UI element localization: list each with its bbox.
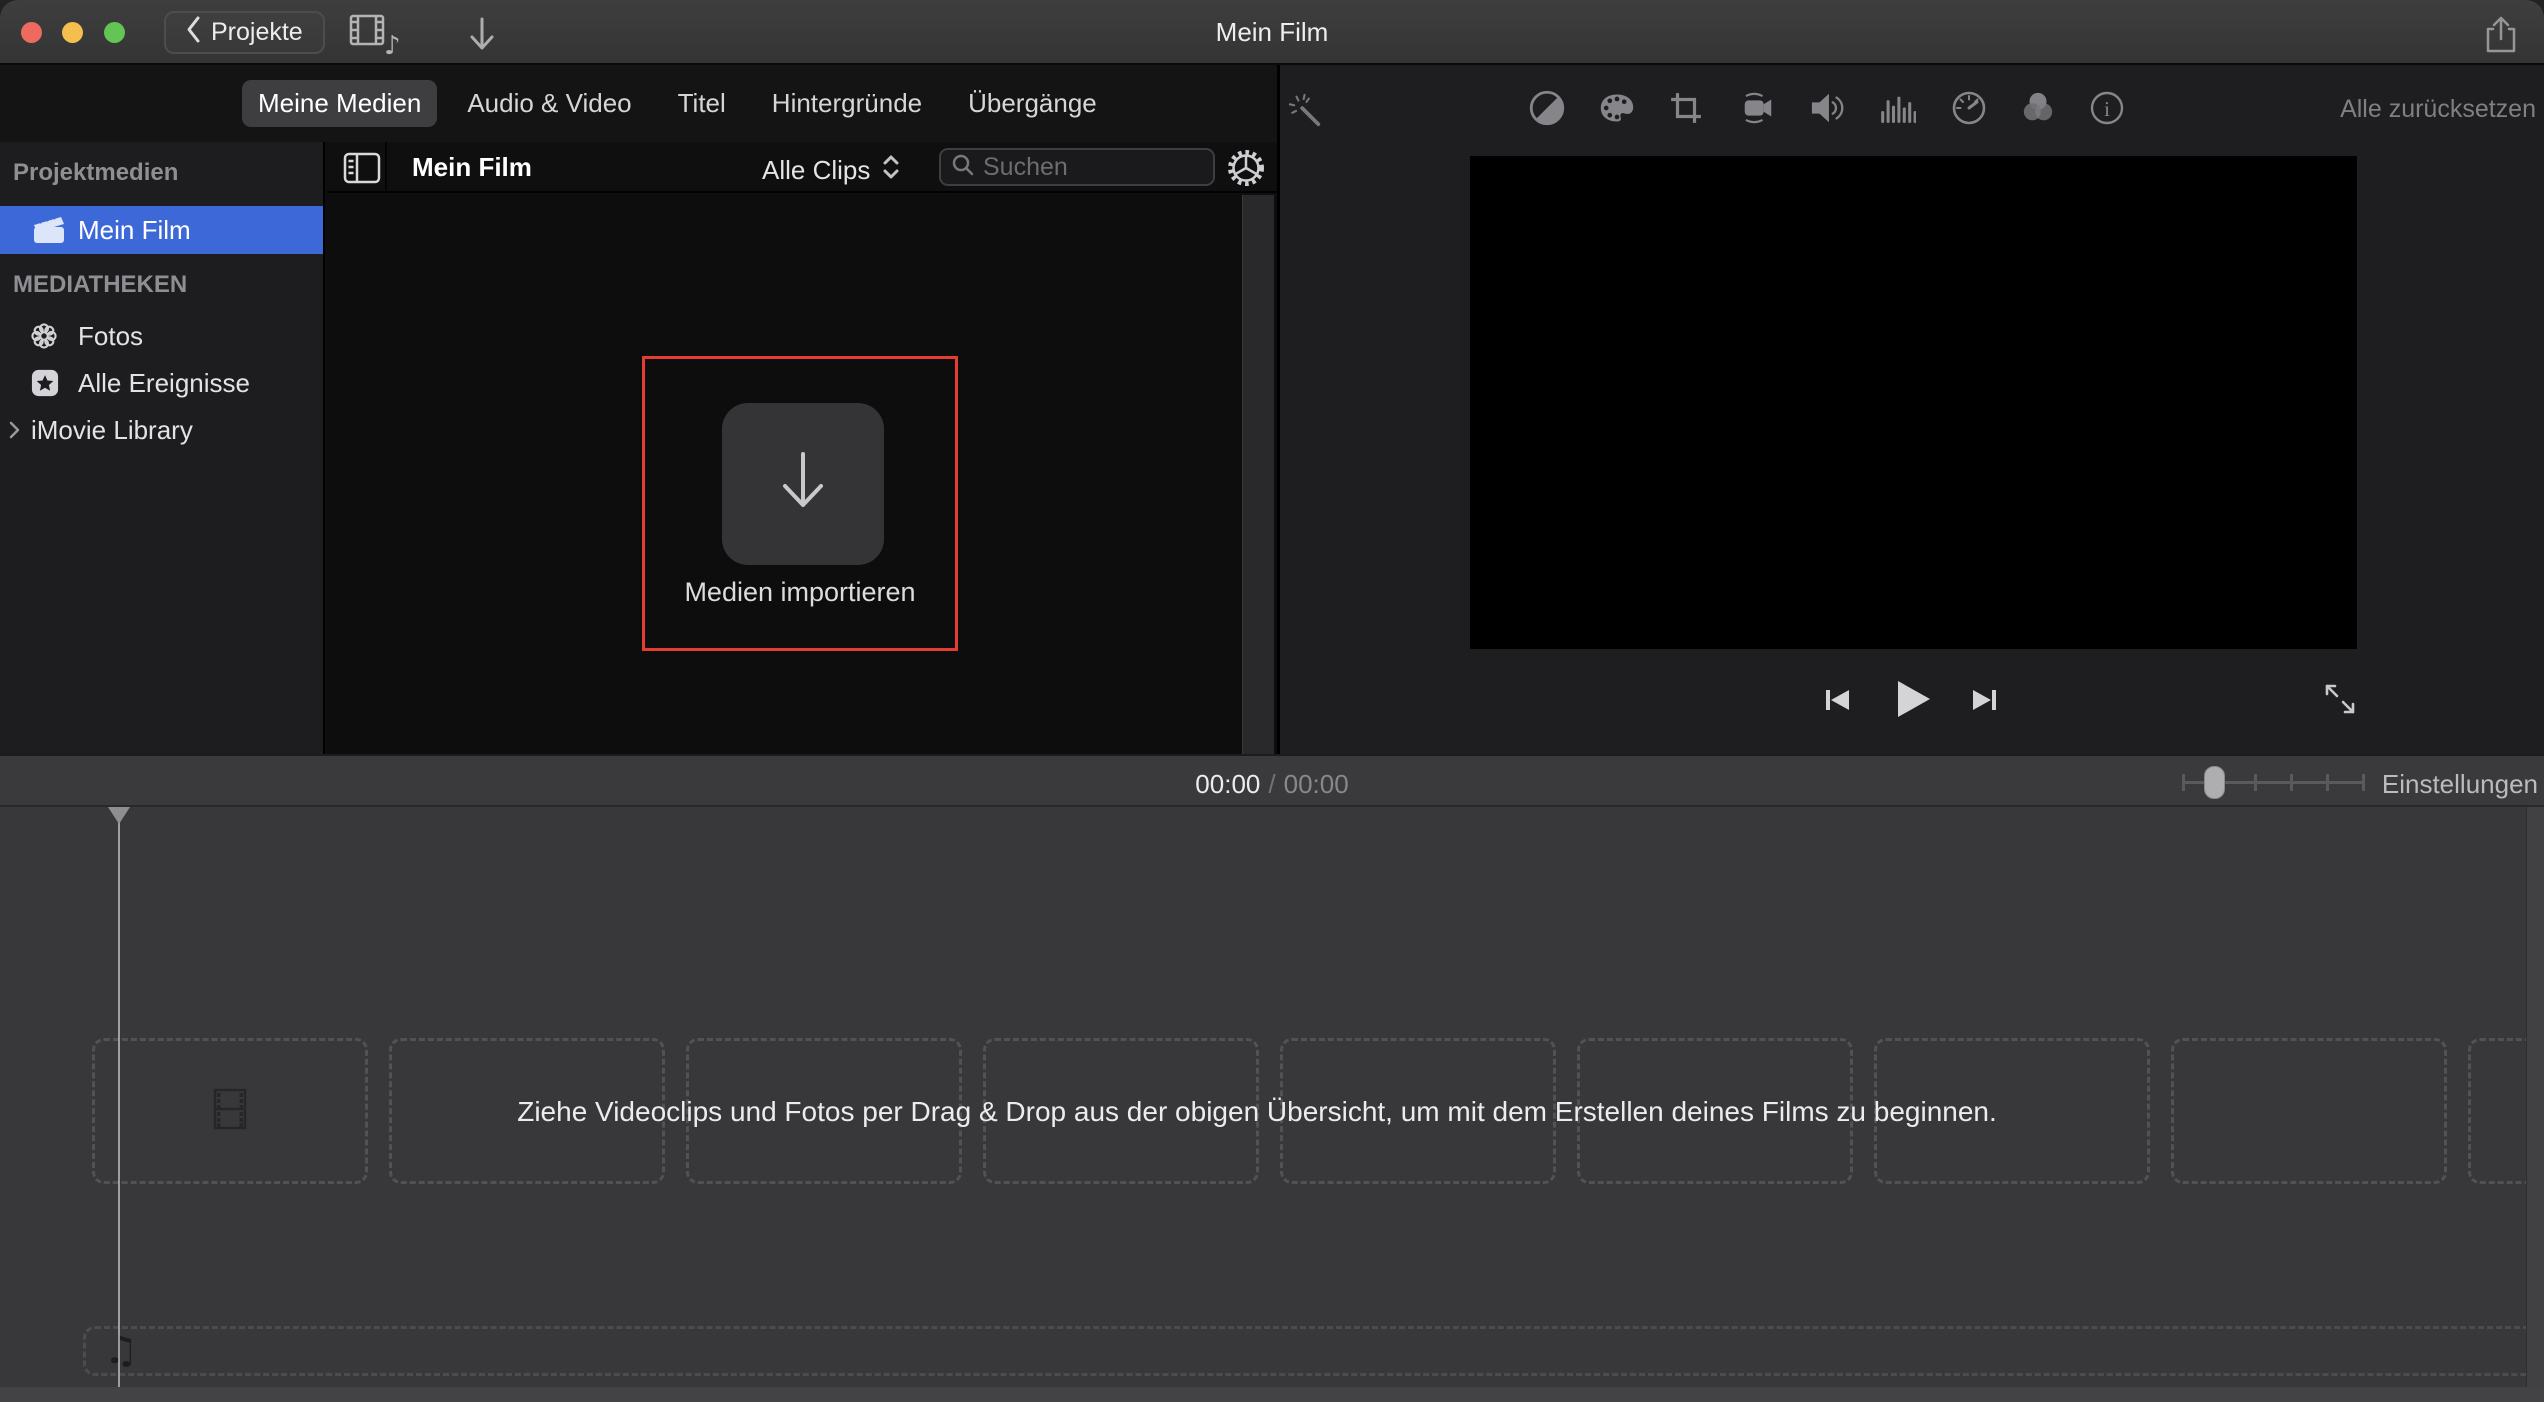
media-browser: Mein Film Alle Clips	[327, 142, 1277, 754]
reset-all-button[interactable]: Alle zurücksetzen	[2340, 95, 2536, 124]
media-pane: Meine Medien Audio & Video Titel Hinterg…	[0, 65, 1280, 754]
titlebar: Projekte ♪ Mein Film	[0, 0, 2544, 65]
color-filters-icon[interactable]	[2020, 90, 2056, 126]
sidebar-item-label: Alle Ereignisse	[78, 368, 250, 399]
import-media-label: Medien importieren	[585, 577, 1015, 608]
enhance-wand-icon[interactable]	[1288, 92, 1324, 128]
tab-audio-video[interactable]: Audio & Video	[451, 80, 647, 127]
audio-placeholder[interactable]: ♫	[83, 1326, 2544, 1376]
info-icon[interactable]: i	[2089, 90, 2125, 126]
media-tabbar: Meine Medien Audio & Video Titel Hinterg…	[0, 65, 1277, 142]
annotation-highlight-box: Medien importieren	[642, 356, 958, 651]
timeline-scrollbar[interactable]	[2526, 807, 2544, 1387]
sidebar-item-alle-ereignisse[interactable]: Alle Ereignisse	[0, 361, 323, 405]
import-arrow-icon	[772, 448, 834, 521]
browser-header: Mein Film Alle Clips	[327, 142, 1277, 193]
tab-hintergruende[interactable]: Hintergründe	[756, 80, 938, 127]
music-note-icon: ♫	[104, 1328, 138, 1372]
sidebar-item-mein-film[interactable]: Mein Film	[0, 206, 323, 254]
clips-filter-label: Alle Clips	[762, 155, 870, 186]
clips-filter-dropdown[interactable]: Alle Clips	[762, 153, 900, 188]
search-field[interactable]	[939, 148, 1215, 186]
current-time: 00:00	[1195, 769, 1260, 799]
sidebar-item-label: iMovie Library	[31, 415, 193, 446]
color-balance-icon[interactable]	[1529, 90, 1565, 126]
main-area: Meine Medien Audio & Video Titel Hinterg…	[0, 65, 2544, 754]
sidebar-toggle-icon[interactable]	[343, 152, 381, 189]
playhead-handle[interactable]	[108, 807, 130, 824]
timeline-toolbar: 00:00/00:00 Einstellungen	[0, 754, 2544, 807]
settings-button[interactable]: Einstellungen	[2382, 769, 2538, 800]
disclosure-chevron-icon[interactable]	[8, 420, 20, 440]
audio-eq-icon[interactable]	[1880, 90, 1916, 126]
imovie-window: Projekte ♪ Mein Film	[0, 0, 2544, 1402]
volume-icon[interactable]	[1810, 90, 1846, 126]
total-duration: 00:00	[1284, 769, 1349, 799]
slider-thumb[interactable]	[2204, 766, 2225, 799]
search-input[interactable]	[983, 153, 1183, 182]
sidebar: Projektmedien Mein Fi	[0, 142, 325, 754]
sidebar-item-fotos[interactable]: Fotos	[0, 314, 323, 358]
photos-flower-icon	[31, 323, 57, 349]
window-bottom-edge	[0, 1387, 2544, 1402]
tab-titel[interactable]: Titel	[662, 80, 742, 127]
skip-back-button[interactable]	[1821, 683, 1855, 722]
tab-uebergaenge[interactable]: Übergänge	[952, 80, 1113, 127]
playhead-line[interactable]	[118, 807, 120, 1387]
import-media-button[interactable]	[722, 403, 884, 565]
star-square-icon	[31, 369, 59, 397]
timeline-drop-hint: Ziehe Videoclips und Fotos per Drag & Dr…	[0, 1096, 2514, 1128]
tab-meine-medien[interactable]: Meine Medien	[242, 80, 437, 127]
viewer-pane: i Alle zurücksetzen	[1280, 65, 2544, 754]
fullscreen-icon[interactable]	[2322, 681, 2358, 722]
timeline-zoom-slider[interactable]	[2182, 766, 2365, 799]
play-button[interactable]	[1889, 676, 1935, 727]
time-separator: /	[1260, 769, 1283, 799]
stabilization-camera-icon[interactable]	[1740, 90, 1776, 126]
video-preview[interactable]	[1470, 156, 2357, 649]
svg-text:i: i	[2104, 97, 2110, 121]
browser-scrollbar[interactable]	[1242, 195, 1274, 754]
sidebar-item-imovie-library[interactable]: iMovie Library	[0, 408, 323, 452]
window-title: Mein Film	[0, 17, 2544, 48]
timeline[interactable]: Ziehe Videoclips und Fotos per Drag & Dr…	[0, 807, 2544, 1402]
speed-icon[interactable]	[1951, 90, 1987, 126]
browser-settings-gear-icon[interactable]	[1225, 147, 1267, 194]
updown-chevrons-icon	[882, 153, 900, 188]
projects-section-header: Projektmedien	[13, 159, 178, 187]
time-display: 00:00/00:00	[0, 769, 2544, 800]
color-palette-icon[interactable]	[1599, 90, 1635, 126]
crop-icon[interactable]	[1668, 90, 1704, 126]
browser-title: Mein Film	[412, 152, 532, 183]
sidebar-item-label: Fotos	[78, 321, 143, 352]
sidebar-item-label: Mein Film	[78, 215, 191, 246]
skip-forward-button[interactable]	[1967, 683, 2001, 722]
search-icon	[951, 153, 975, 182]
browser-content: Medien importieren	[327, 195, 1277, 754]
clapperboard-icon	[31, 215, 67, 245]
share-icon[interactable]	[2480, 15, 2522, 60]
header-divider	[385, 142, 387, 191]
libraries-section-header: MEDIATHEKEN	[13, 271, 187, 299]
